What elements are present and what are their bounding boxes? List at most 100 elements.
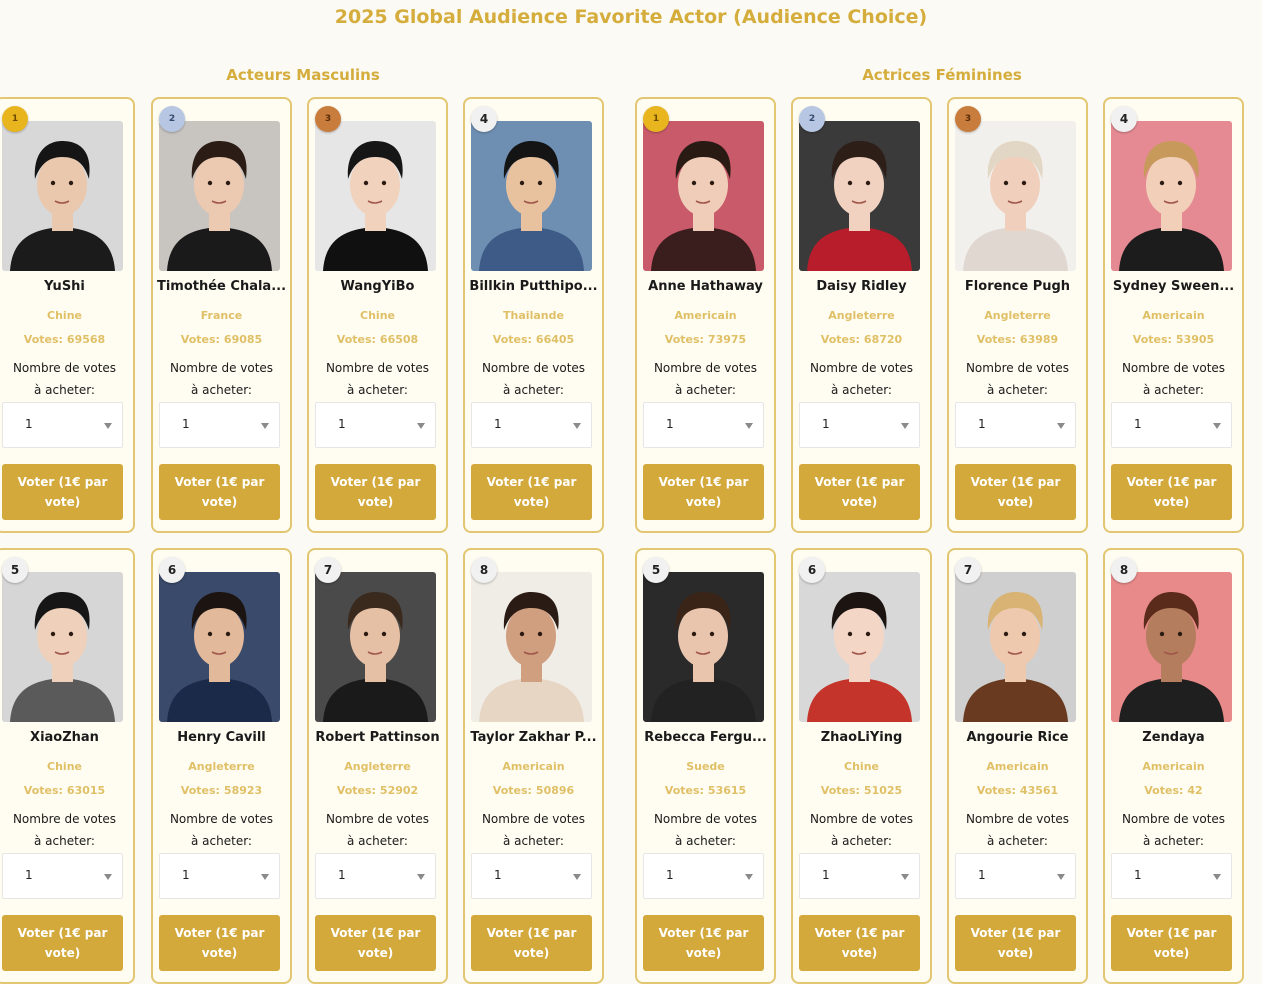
vote-count: Votes: 73975 [637, 333, 774, 346]
actor-photo [643, 572, 764, 722]
buy-votes-label: Nombre de votes à acheter: [465, 808, 602, 852]
actor-photo [471, 572, 592, 722]
vote-quantity-select[interactable]: 1 [315, 853, 436, 899]
vote-quantity-select[interactable]: 1 [799, 853, 920, 899]
vote-button[interactable]: Voter (1€ par vote) [471, 464, 592, 520]
vote-count: Votes: 52902 [309, 784, 446, 797]
votes-number: 69085 [223, 333, 263, 346]
vote-button[interactable]: Voter (1€ par vote) [315, 915, 436, 971]
vote-quantity-select[interactable]: 1 [159, 402, 280, 448]
vote-button[interactable]: Voter (1€ par vote) [471, 915, 592, 971]
quantity-value: 1 [1134, 417, 1142, 431]
votes-label: Votes: [1144, 784, 1184, 797]
vote-count: Votes: 66405 [465, 333, 602, 346]
actor-card-male: 6 Henry Cavill Angleterre Votes: 58923 No… [151, 548, 292, 984]
quantity-value: 1 [494, 868, 502, 882]
vote-quantity-select[interactable]: 1 [643, 853, 764, 899]
buy-votes-label: Nombre de votes à acheter: [153, 808, 290, 852]
votes-label: Votes: [664, 784, 704, 797]
quantity-value: 1 [494, 417, 502, 431]
chevron-down-icon [261, 423, 269, 429]
vote-quantity-select[interactable]: 1 [2, 402, 123, 448]
vote-count: Votes: 51025 [793, 784, 930, 797]
votes-label: Votes: [820, 784, 860, 797]
buy-label-line2: à acheter: [1143, 834, 1204, 848]
chevron-down-icon [901, 874, 909, 880]
votes-number: 73975 [707, 333, 747, 346]
vote-count: Votes: 43561 [949, 784, 1086, 797]
rank-badge: 6 [159, 557, 185, 583]
vote-count: Votes: 53905 [1105, 333, 1242, 346]
vote-quantity-select[interactable]: 1 [955, 402, 1076, 448]
vote-button[interactable]: Voter (1€ par vote) [955, 915, 1076, 971]
vote-button[interactable]: Voter (1€ par vote) [315, 464, 436, 520]
vote-button[interactable]: Voter (1€ par vote) [2, 915, 123, 971]
buy-votes-label: Nombre de votes à acheter: [309, 808, 446, 852]
vote-quantity-select[interactable]: 1 [643, 402, 764, 448]
rank-badge: 4 [471, 106, 497, 132]
chevron-down-icon [745, 874, 753, 880]
vote-quantity-select[interactable]: 1 [159, 853, 280, 899]
actor-photo [315, 121, 436, 271]
vote-quantity-select[interactable]: 1 [315, 402, 436, 448]
quantity-value: 1 [182, 868, 190, 882]
actor-card-female: 4 Sydney Sween... Americain Votes: 53905 … [1103, 97, 1244, 533]
buy-label-line1: Nombre de votes [653, 361, 758, 375]
vote-quantity-select[interactable]: 1 [1111, 853, 1232, 899]
buy-label-line1: Nombre de votes [481, 361, 586, 375]
chevron-down-icon [1213, 874, 1221, 880]
votes-label: Votes: [976, 333, 1016, 346]
votes-number: 66508 [379, 333, 419, 346]
vote-quantity-select[interactable]: 1 [1111, 402, 1232, 448]
vote-button[interactable]: Voter (1€ par vote) [1111, 915, 1232, 971]
vote-button[interactable]: Voter (1€ par vote) [799, 915, 920, 971]
actor-country: Angleterre [828, 309, 895, 322]
chevron-down-icon [104, 874, 112, 880]
buy-label-line1: Nombre de votes [965, 812, 1070, 826]
vote-button[interactable]: Voter (1€ par vote) [643, 464, 764, 520]
chevron-down-icon [1057, 423, 1065, 429]
actor-country: Angleterre [984, 309, 1051, 322]
buy-votes-label: Nombre de votes à acheter: [793, 357, 930, 401]
page-title: 2025 Global Audience Favorite Actor (Aud… [334, 6, 928, 28]
vote-quantity-select[interactable]: 1 [799, 402, 920, 448]
buy-label-line1: Nombre de votes [809, 361, 914, 375]
vote-button[interactable]: Voter (1€ par vote) [159, 464, 280, 520]
vote-button[interactable]: Voter (1€ par vote) [2, 464, 123, 520]
vote-button[interactable]: Voter (1€ par vote) [643, 915, 764, 971]
buy-votes-label: Nombre de votes à acheter: [1105, 357, 1242, 401]
votes-label: Votes: [820, 333, 860, 346]
vote-button[interactable]: Voter (1€ par vote) [159, 915, 280, 971]
actor-card-female: 2 Daisy Ridley Angleterre Votes: 68720 No… [791, 97, 932, 533]
vote-quantity-select[interactable]: 1 [2, 853, 123, 899]
votes-label: Votes: [492, 333, 532, 346]
votes-number: 69568 [66, 333, 106, 346]
actor-country: France [200, 309, 243, 322]
rank-badge: 4 [1111, 106, 1137, 132]
rank-badge: 8 [471, 557, 497, 583]
actor-card-male: 2 Timothée Chala... France Votes: 69085 N… [151, 97, 292, 533]
actor-country: Americain [674, 309, 737, 322]
votes-label: Votes: [492, 784, 532, 797]
actor-photo [2, 121, 123, 271]
rank-badge: 6 [799, 557, 825, 583]
votes-number: 51025 [863, 784, 903, 797]
buy-votes-label: Nombre de votes à acheter: [637, 808, 774, 852]
actor-card-male: 7 Robert Pattinson Angleterre Votes: 5290… [307, 548, 448, 984]
votes-label: Votes: [1132, 333, 1172, 346]
vote-quantity-select[interactable]: 1 [471, 853, 592, 899]
actor-name: Sydney Sween... [1112, 279, 1235, 294]
vote-button[interactable]: Voter (1€ par vote) [955, 464, 1076, 520]
vote-button[interactable]: Voter (1€ par vote) [1111, 464, 1232, 520]
buy-label-line2: à acheter: [675, 383, 736, 397]
actor-photo [471, 121, 592, 271]
vote-quantity-select[interactable]: 1 [471, 402, 592, 448]
votes-label: Votes: [336, 333, 376, 346]
vote-button[interactable]: Voter (1€ par vote) [799, 464, 920, 520]
quantity-value: 1 [822, 868, 830, 882]
actor-country: Thailande [503, 309, 564, 322]
votes-number: 53615 [707, 784, 747, 797]
buy-label-line1: Nombre de votes [809, 812, 914, 826]
actor-name: ZhaoLiYing [820, 730, 903, 745]
vote-quantity-select[interactable]: 1 [955, 853, 1076, 899]
